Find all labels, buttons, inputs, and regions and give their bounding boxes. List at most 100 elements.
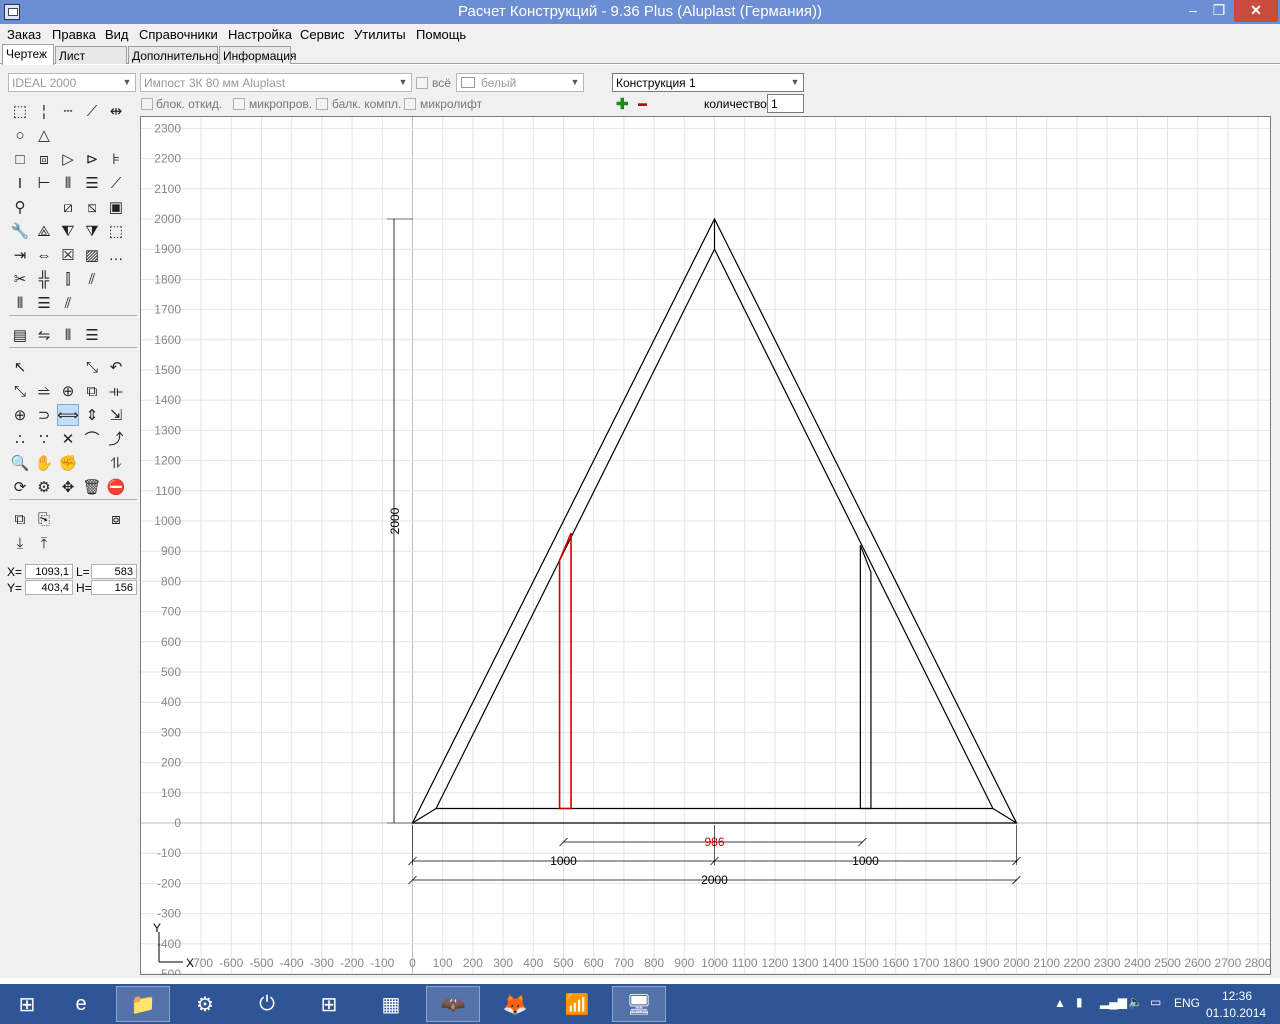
volume-icon[interactable]: 🔈 (1128, 995, 1143, 1009)
clock-time[interactable]: 12:36 (1222, 989, 1252, 1003)
menu-view[interactable]: Вид (105, 27, 129, 42)
store-icon[interactable]: ⊞ (302, 986, 356, 1022)
tab-additional[interactable]: Дополнительно (128, 46, 218, 64)
drawing-tool-icon[interactable]: ▤ (9, 324, 31, 346)
remove-construction-icon[interactable]: ▬ (638, 98, 647, 108)
drawing-tool-icon[interactable]: ✕ (57, 428, 79, 450)
clock-date[interactable]: 01.10.2014 (1206, 1006, 1266, 1020)
drawing-tool-icon[interactable]: ⟳ (9, 476, 31, 498)
calculator-icon[interactable]: ▦ (364, 986, 418, 1022)
menu-help[interactable]: Помощь (416, 27, 466, 42)
wifi-app-icon[interactable]: 📶 (550, 986, 604, 1022)
menu-service[interactable]: Сервис (300, 27, 345, 42)
drawing-tool-icon[interactable]: ⤒ (33, 532, 55, 554)
drawing-tool-icon[interactable]: ⊢ (33, 172, 55, 194)
drawing-tool-icon[interactable]: ☰ (81, 324, 103, 346)
drawing-tool-icon[interactable]: ⎘ (33, 508, 55, 530)
message-icon[interactable]: ▭ (1150, 995, 1161, 1009)
drawing-tool-icon[interactable]: △ (33, 124, 55, 146)
drawing-tool-icon[interactable]: ⊳ (81, 148, 103, 170)
drawing-tool-icon[interactable]: ☰ (33, 292, 55, 314)
drawing-tool-icon[interactable]: ▣ (105, 196, 127, 218)
drawing-tool-icon[interactable]: ↖ (9, 356, 31, 378)
tab-drawing[interactable]: Чертеж (2, 44, 54, 65)
tab-order-sheet[interactable]: Лист заказа (55, 46, 127, 77)
drawing-tool-icon[interactable]: ✂ (9, 268, 31, 290)
profile-system-select[interactable]: IDEAL 2000 ▼ (8, 73, 136, 92)
drawing-tool-icon[interactable]: ⧩ (81, 220, 103, 242)
drawing-tool-icon[interactable]: ✥ (57, 476, 79, 498)
drawing-tool-icon[interactable]: □ (9, 148, 31, 170)
drawing-tool-icon[interactable]: ⦀ (57, 324, 79, 346)
drawing-tool-icon[interactable]: ✊ (57, 452, 79, 474)
menu-utilities[interactable]: Утилиты (354, 27, 406, 42)
drawing-tool-icon[interactable]: ⇲ (105, 404, 127, 426)
drawing-tool-icon[interactable]: ⥮ (105, 452, 127, 474)
file-explorer-icon[interactable]: 📁 (116, 986, 170, 1022)
drawing-tool-icon[interactable]: ⟺ (57, 404, 79, 426)
drawing-canvas[interactable]: -500 -400 -300 -200 -100 0 100 200 300 400 500 600 7… (140, 116, 1271, 975)
drawing-tool-icon[interactable]: ⚲ (9, 196, 31, 218)
drawing-tool-icon[interactable]: ▷ (57, 148, 79, 170)
drawing-tool-icon[interactable]: ⥬ (33, 380, 55, 402)
drawing-tool-icon[interactable]: 🗑 (81, 476, 103, 498)
sash-block-checkbox[interactable] (141, 98, 153, 110)
drawing-tool-icon[interactable]: ⫽ (57, 292, 79, 314)
drawing-tool-icon[interactable]: ☰ (81, 172, 103, 194)
menu-settings[interactable]: Настройка (228, 27, 292, 42)
impost-select[interactable]: Импост 3К 80 мм Aluplast ▼ (140, 73, 412, 92)
drawing-tool-icon[interactable]: ☒ (57, 244, 79, 266)
drawing-tool-icon[interactable]: ○ (9, 124, 31, 146)
drawing-tool-icon[interactable]: ¦ (33, 100, 55, 122)
drawing-tool-icon[interactable]: ∵ (33, 428, 55, 450)
drawing-tool-icon[interactable]: ⊕ (57, 380, 79, 402)
drawing-tool-icon[interactable]: ⇹ (105, 100, 127, 122)
drawing-tool-icon[interactable]: ⊃ (33, 404, 55, 426)
drawing-tool-icon[interactable]: ⬚ (9, 100, 31, 122)
drawing-tool-icon[interactable]: ⧉ (81, 380, 103, 402)
drawing-tool-icon[interactable]: ⤡ (81, 356, 103, 378)
power-icon[interactable]: ▮ (1076, 995, 1083, 1009)
balcony-kit-checkbox[interactable] (316, 98, 328, 110)
power-app-icon[interactable]: ⏻ (240, 986, 294, 1022)
drawing-tool-icon[interactable]: ⊕ (9, 404, 31, 426)
app-window-icon[interactable]: 🖥 (612, 986, 666, 1022)
drawing-tool-icon[interactable]: ⧄ (57, 196, 79, 218)
drawing-tool-icon[interactable]: ⌒ (81, 428, 103, 450)
drawing-tool-icon[interactable]: ⟛ (105, 380, 127, 402)
menu-edit[interactable]: Правка (52, 27, 96, 42)
menu-references[interactable]: Справочники (139, 27, 218, 42)
drawing-tool-icon[interactable]: Ι (9, 172, 31, 194)
drawing-tool-icon[interactable]: 🔍 (9, 452, 31, 474)
drawing-tool-icon[interactable]: 🔧 (9, 220, 31, 242)
maximize-button[interactable]: ❐ (1206, 0, 1232, 22)
drawing-tool-icon[interactable]: ⇔ (33, 244, 55, 266)
drawing-tool-icon[interactable]: ⛔ (105, 476, 127, 498)
drawing-tool-icon[interactable]: ⚙ (33, 476, 55, 498)
drawing-tool-icon[interactable]: ⤓ (9, 532, 31, 554)
construction-select[interactable]: Конструкция 1 ▼ (612, 73, 804, 92)
tab-information[interactable]: Информация (219, 46, 296, 64)
drawing-tool-icon[interactable]: ✋ (33, 452, 55, 474)
drawing-tool-icon[interactable]: ┄ (57, 100, 79, 122)
drawing-tool-icon[interactable]: ⫴ (57, 172, 79, 194)
drawing-tool-icon[interactable]: ⫿ (57, 268, 79, 290)
drawing-tool-icon[interactable]: ⧉ (9, 508, 31, 530)
drawing-tool-icon[interactable]: ⟋ (81, 100, 103, 122)
drawing-svg[interactable]: -500 -400 -300 -200 -100 0 100 200 300 400 500 600 7… (141, 117, 1270, 974)
drawing-tool-icon[interactable]: ⊧ (105, 148, 127, 170)
start-icon[interactable]: ⊞ (0, 986, 54, 1022)
drawing-tool-icon[interactable]: ⧨ (57, 220, 79, 242)
drawing-tool-icon[interactable]: ⧅ (81, 196, 103, 218)
menu-order[interactable]: Заказ (7, 27, 41, 42)
drawing-tool-icon[interactable]: … (105, 244, 127, 266)
quantity-input[interactable]: 1 (767, 94, 804, 113)
drawing-tool-icon[interactable]: ⟋ (105, 172, 127, 194)
batman-app-icon[interactable]: 🦇 (426, 986, 480, 1022)
drawing-tool-icon[interactable]: ⧇ (105, 508, 127, 530)
drawing-tool-icon[interactable]: ⇥ (9, 244, 31, 266)
language-indicator[interactable]: ENG (1174, 996, 1200, 1010)
color-select[interactable]: белый ▼ (456, 73, 584, 92)
drawing-tool-icon[interactable]: ╬ (33, 268, 55, 290)
micro-lift-checkbox[interactable] (404, 98, 416, 110)
